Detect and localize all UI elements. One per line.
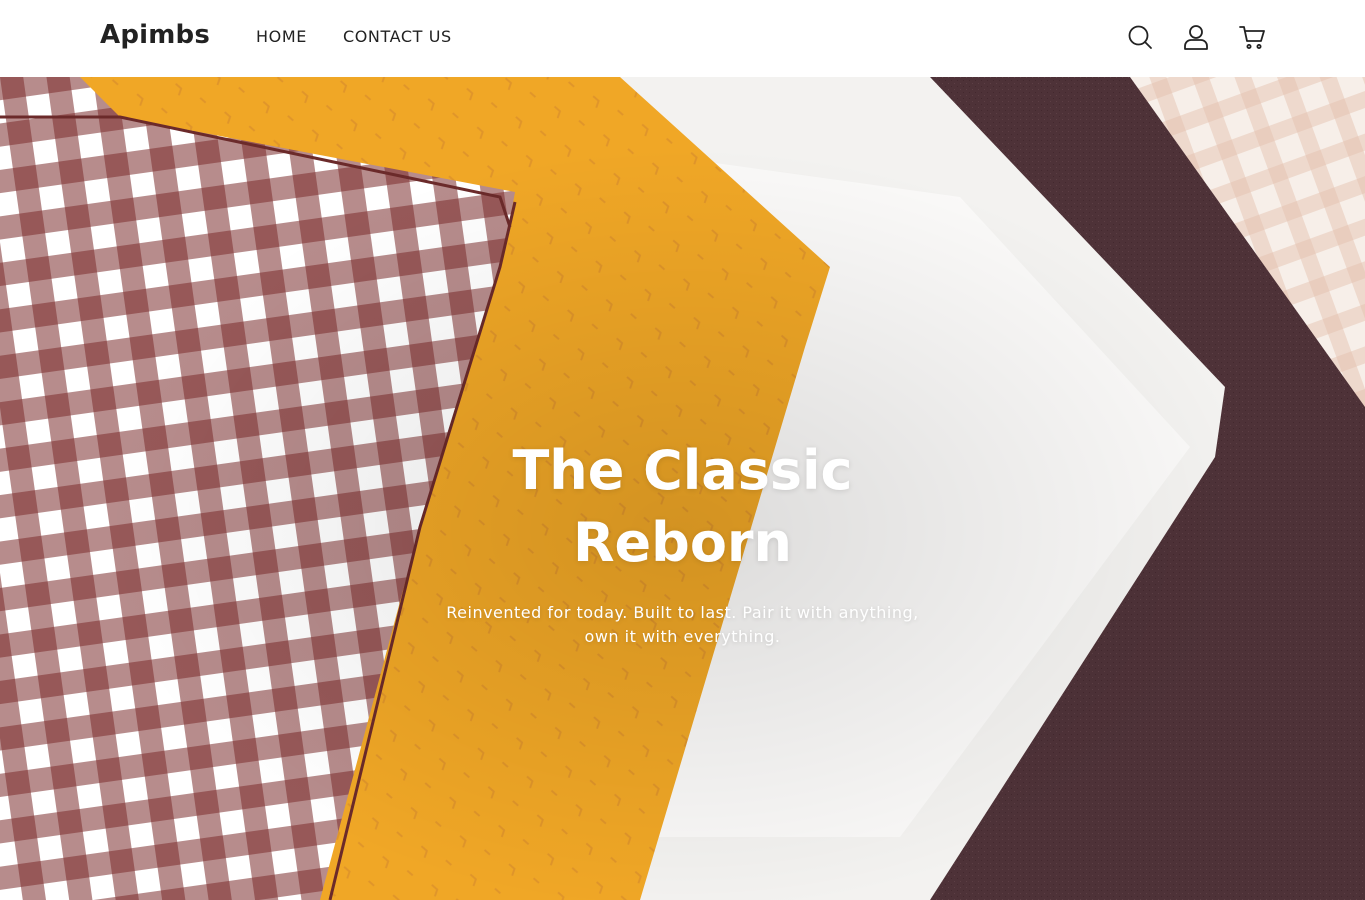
logo[interactable]: Apimbs [100,20,210,50]
search-icon[interactable] [1127,22,1153,52]
site-header: Apimbs HOME CONTACT US [0,0,1365,77]
hero-title: The Classic Reborn [512,439,853,574]
hero-banner: The Classic Reborn Reinvented for today.… [0,77,1365,900]
hero-subtitle: Reinvented for today. Built to last. Pai… [446,603,919,646]
main-nav: HOME CONTACT US [256,27,452,46]
hero-content: The Classic Reborn Reinvented for today.… [0,435,1365,649]
header-icons [1127,22,1265,52]
nav-contact-us[interactable]: CONTACT US [343,27,452,46]
account-icon[interactable] [1183,22,1209,52]
nav-home[interactable]: HOME [256,27,307,46]
cart-icon[interactable] [1239,22,1265,52]
